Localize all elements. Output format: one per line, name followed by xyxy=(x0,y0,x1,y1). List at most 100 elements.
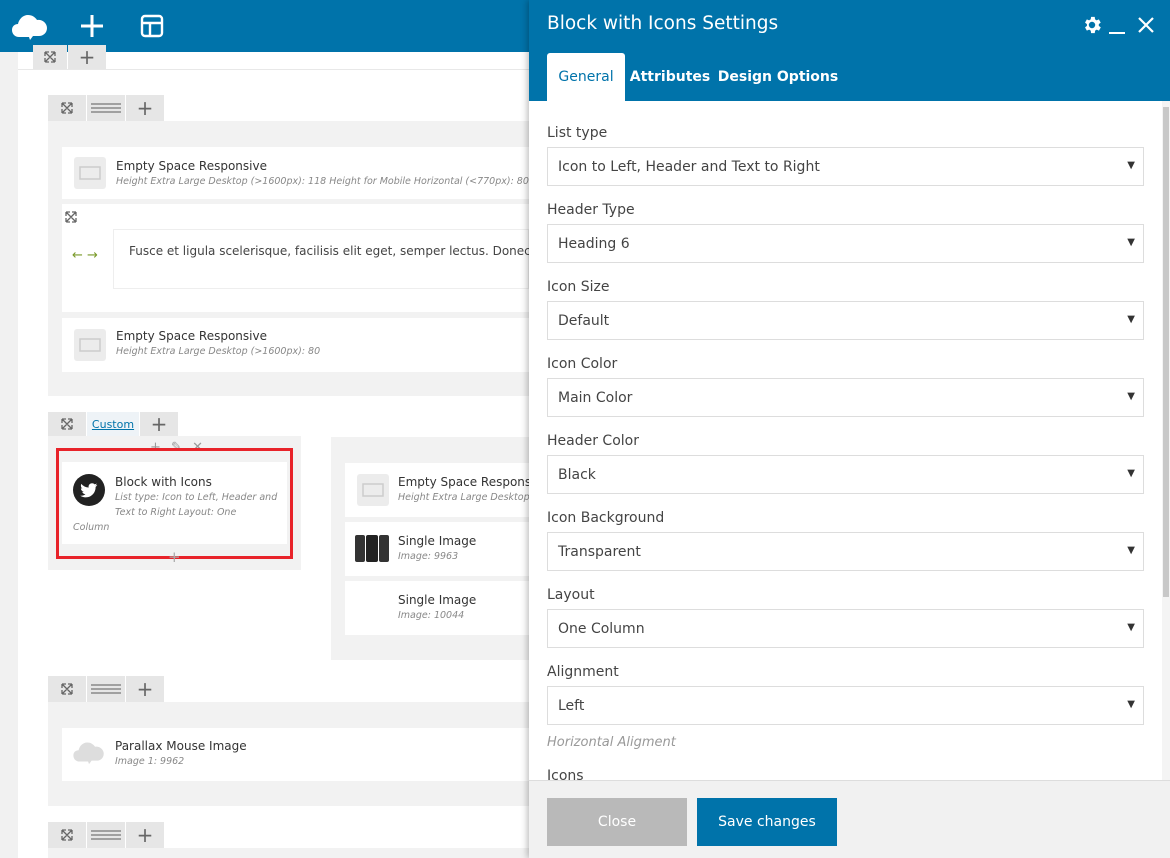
element-subtitle: Height Extra Large Desktop (>1600px): 80 xyxy=(116,346,321,357)
element-title: Empty Space Responsive xyxy=(116,159,267,173)
scrollbar-thumb[interactable] xyxy=(1163,107,1169,597)
element-subtitle: Image 1: 9962 xyxy=(115,756,185,767)
layout-value: One Column xyxy=(558,620,645,637)
icon-background-select[interactable]: Transparent ▼ xyxy=(547,532,1144,571)
icons-label: Icons xyxy=(547,768,584,780)
element-empty-space[interactable]: Empty Space Responsive Height Extra Larg… xyxy=(62,147,529,199)
close-button[interactable]: Close xyxy=(547,798,687,846)
section-controls: + xyxy=(33,45,107,69)
element-empty-space[interactable]: Empty Space Responsive Height Extra Larg… xyxy=(345,463,584,517)
arrows-icon[interactable]: ← → xyxy=(72,248,98,263)
tab-general[interactable]: General xyxy=(547,53,625,101)
alignment-value: Left xyxy=(558,697,585,714)
icon-size-value: Default xyxy=(558,312,610,329)
header-color-select[interactable]: Black ▼ xyxy=(547,455,1144,494)
element-title: Parallax Mouse Image xyxy=(115,739,247,753)
add-icon[interactable] xyxy=(72,6,112,46)
add-icon[interactable]: + xyxy=(126,676,164,702)
logo-cloud-icon[interactable] xyxy=(8,6,52,46)
row-controls: + xyxy=(48,822,165,848)
tab-attributes[interactable]: Attributes xyxy=(629,53,711,101)
layout-label: Layout xyxy=(547,587,595,603)
alignment-hint: Horizontal Aligment xyxy=(547,735,676,750)
dropdown-arrow-icon: ▼ xyxy=(1127,160,1135,171)
empty-space-icon xyxy=(357,474,389,506)
dropdown-arrow-icon: ▼ xyxy=(1127,545,1135,556)
expand-icon[interactable] xyxy=(48,412,86,436)
add-icon[interactable]: + xyxy=(68,45,106,69)
expand-icon[interactable] xyxy=(65,208,77,227)
alignment-select[interactable]: Left ▼ xyxy=(547,686,1144,725)
list-type-value: Icon to Left, Header and Text to Right xyxy=(558,158,820,175)
add-icon[interactable]: + xyxy=(140,412,178,436)
element-title: Single Image xyxy=(398,534,477,548)
icon-size-select[interactable]: Default ▼ xyxy=(547,301,1144,340)
expand-icon[interactable] xyxy=(48,676,86,702)
list-type-label: List type xyxy=(547,125,608,141)
element-single-image[interactable]: Single Image Image: 9963 xyxy=(345,522,529,576)
dropdown-arrow-icon: ▼ xyxy=(1127,391,1135,402)
row-controls: Custom + xyxy=(48,412,179,436)
icon-color-value: Main Color xyxy=(558,389,633,406)
speaker-image-icon xyxy=(355,535,389,562)
element-single-image[interactable]: Single Image Image: 10044 xyxy=(345,581,529,635)
minimize-icon[interactable] xyxy=(1109,32,1125,34)
drag-handle-icon[interactable] xyxy=(87,95,125,121)
tab-design-options[interactable]: Design Options xyxy=(718,53,838,101)
cloud-icon xyxy=(72,739,106,769)
divider xyxy=(18,69,529,70)
close-icon[interactable] xyxy=(1137,16,1155,38)
panel-header: Block with Icons Settings General Attrib… xyxy=(529,0,1170,101)
layout-icon[interactable] xyxy=(132,6,172,46)
header-type-label: Header Type xyxy=(547,202,635,218)
element-parallax-image[interactable]: Parallax Mouse Image Image 1: 9962 xyxy=(62,728,529,781)
header-color-label: Header Color xyxy=(547,433,639,449)
add-icon[interactable]: + xyxy=(126,822,164,848)
expand-icon[interactable] xyxy=(48,95,86,121)
layout-select[interactable]: One Column ▼ xyxy=(547,609,1144,648)
list-type-select[interactable]: Icon to Left, Header and Text to Right ▼ xyxy=(547,147,1144,186)
custom-layout-link[interactable]: Custom xyxy=(87,412,139,436)
settings-panel: Block with Icons Settings General Attrib… xyxy=(529,0,1170,858)
add-icon[interactable]: + xyxy=(126,95,164,121)
dropdown-arrow-icon: ▼ xyxy=(1127,699,1135,710)
element-subtitle: Image: 9963 xyxy=(398,551,459,562)
panel-title: Block with Icons Settings xyxy=(547,13,779,34)
row-controls: + xyxy=(48,95,165,121)
element-title: Empty Space Responsive xyxy=(398,475,549,489)
save-changes-button[interactable]: Save changes xyxy=(697,798,837,846)
element-subtitle: Height Extra Large Desktop (>1600px): 11… xyxy=(116,176,529,187)
header-type-value: Heading 6 xyxy=(558,235,630,252)
dropdown-arrow-icon: ▼ xyxy=(1127,314,1135,325)
text-content: Fusce et ligula scelerisque, facilisis e… xyxy=(129,244,572,258)
icon-size-label: Icon Size xyxy=(547,279,610,295)
icon-background-label: Icon Background xyxy=(547,510,665,526)
drag-handle-icon[interactable] xyxy=(87,822,125,848)
empty-space-icon xyxy=(74,157,106,189)
text-block[interactable]: Fusce et ligula scelerisque, facilisis e… xyxy=(113,229,571,289)
element-title: Empty Space Responsive xyxy=(116,329,267,343)
header-type-select[interactable]: Heading 6 ▼ xyxy=(547,224,1144,263)
header-color-value: Black xyxy=(558,466,596,483)
element-text-container: ← → Fusce et ligula scelerisque, facilis… xyxy=(62,204,571,312)
dropdown-arrow-icon: ▼ xyxy=(1127,622,1135,633)
row-container xyxy=(48,848,529,858)
expand-icon[interactable] xyxy=(33,45,67,69)
gear-icon[interactable] xyxy=(1081,14,1103,40)
icon-color-label: Icon Color xyxy=(547,356,618,372)
icon-background-value: Transparent xyxy=(558,543,641,560)
scrollbar[interactable] xyxy=(1162,101,1170,780)
dropdown-arrow-icon: ▼ xyxy=(1127,468,1135,479)
dropdown-arrow-icon: ▼ xyxy=(1127,237,1135,248)
icons-label-clip: Icons xyxy=(547,768,1144,780)
row-controls: + xyxy=(48,676,165,702)
element-subtitle: Image: 10044 xyxy=(398,610,465,621)
add-icon[interactable]: + xyxy=(168,548,181,566)
element-title: Single Image xyxy=(398,593,477,607)
icon-color-select[interactable]: Main Color ▼ xyxy=(547,378,1144,417)
drag-handle-icon[interactable] xyxy=(87,676,125,702)
expand-icon[interactable] xyxy=(48,822,86,848)
highlight-frame xyxy=(56,448,293,559)
element-empty-space[interactable]: Empty Space Responsive Height Extra Larg… xyxy=(62,318,529,372)
empty-space-icon xyxy=(74,329,106,361)
